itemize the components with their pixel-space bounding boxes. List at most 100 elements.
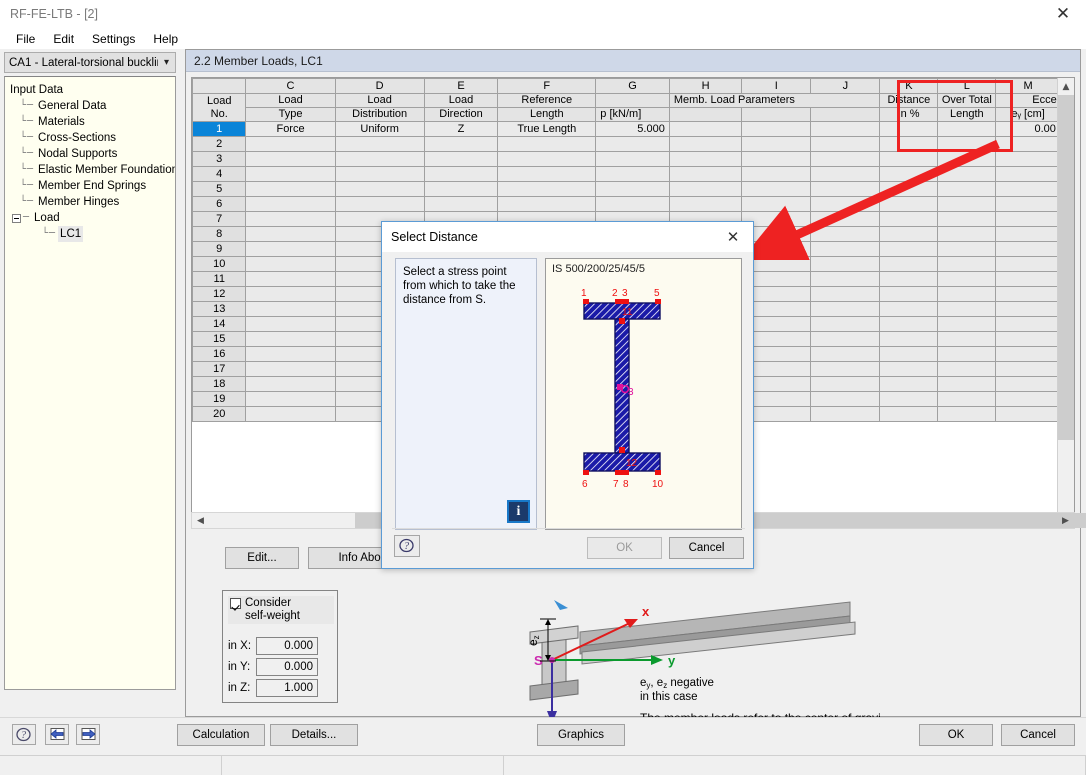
cell-empty[interactable] bbox=[810, 256, 881, 272]
cell-empty[interactable] bbox=[810, 241, 881, 257]
cell-i[interactable] bbox=[741, 121, 812, 137]
col-header-h[interactable]: H bbox=[668, 78, 743, 94]
cell-empty[interactable] bbox=[937, 241, 997, 257]
cell-empty[interactable] bbox=[245, 316, 336, 332]
row-number[interactable]: 13 bbox=[192, 301, 247, 317]
cell-h[interactable] bbox=[668, 121, 743, 137]
cell-empty[interactable] bbox=[595, 181, 670, 197]
cell-empty[interactable] bbox=[245, 166, 336, 182]
cell-empty[interactable] bbox=[937, 361, 997, 377]
cell-empty[interactable] bbox=[995, 256, 1061, 272]
cell-empty[interactable] bbox=[937, 196, 997, 212]
cell-empty[interactable] bbox=[879, 406, 939, 422]
table-row[interactable]: 5 bbox=[192, 181, 1074, 197]
row-number[interactable]: 16 bbox=[192, 346, 247, 362]
close-icon[interactable]: ✕ bbox=[1040, 0, 1086, 28]
cell-empty[interactable] bbox=[810, 286, 881, 302]
cell-empty[interactable] bbox=[810, 136, 881, 152]
cell-empty[interactable] bbox=[937, 271, 997, 287]
cell-empty[interactable] bbox=[245, 226, 336, 242]
row-number[interactable]: 9 bbox=[192, 241, 247, 257]
cell-empty[interactable] bbox=[245, 271, 336, 287]
cell-empty[interactable] bbox=[995, 151, 1061, 167]
row-number[interactable]: 18 bbox=[192, 376, 247, 392]
cell-empty[interactable] bbox=[937, 301, 997, 317]
cell-empty[interactable] bbox=[937, 226, 997, 242]
col-header-l[interactable]: L bbox=[937, 78, 997, 94]
cell-empty[interactable] bbox=[810, 316, 881, 332]
cell-empty[interactable] bbox=[879, 346, 939, 362]
col-header-i[interactable]: I bbox=[741, 78, 812, 94]
help-icon[interactable]: ? bbox=[12, 724, 36, 745]
col-header-j[interactable]: J bbox=[810, 78, 881, 94]
row-number[interactable]: 11 bbox=[192, 271, 247, 287]
cell-empty[interactable] bbox=[995, 376, 1061, 392]
row-number[interactable]: 6 bbox=[192, 196, 247, 212]
table-row[interactable]: 4 bbox=[192, 166, 1074, 182]
tree-node-lc1[interactable]: └─ LC1 bbox=[8, 226, 175, 242]
cell-empty[interactable] bbox=[668, 136, 743, 152]
cell-empty[interactable] bbox=[668, 196, 743, 212]
cell-empty[interactable] bbox=[879, 211, 939, 227]
cell-empty[interactable] bbox=[879, 301, 939, 317]
row-number[interactable]: 4 bbox=[192, 166, 247, 182]
row-number[interactable]: 15 bbox=[192, 331, 247, 347]
cell-empty[interactable] bbox=[937, 346, 997, 362]
cell-empty[interactable] bbox=[937, 211, 997, 227]
cell-empty[interactable] bbox=[245, 376, 336, 392]
cell-load-type[interactable]: Force bbox=[245, 121, 336, 137]
cell-empty[interactable] bbox=[810, 391, 881, 407]
help-icon[interactable]: ? bbox=[394, 535, 420, 557]
cell-empty[interactable] bbox=[595, 196, 670, 212]
cell-empty[interactable] bbox=[937, 256, 997, 272]
cell-empty[interactable] bbox=[810, 211, 881, 227]
row-number[interactable]: 3 bbox=[192, 151, 247, 167]
cell-empty[interactable] bbox=[995, 136, 1061, 152]
cell-empty[interactable] bbox=[741, 166, 812, 182]
cell-empty[interactable] bbox=[423, 196, 499, 212]
cell-empty[interactable] bbox=[245, 286, 336, 302]
cell-empty[interactable] bbox=[995, 211, 1061, 227]
row-number[interactable]: 12 bbox=[192, 286, 247, 302]
tree-node-input-data[interactable]: Input Data bbox=[8, 82, 175, 98]
row-number[interactable]: 1 bbox=[192, 121, 247, 137]
cell-empty[interactable] bbox=[245, 301, 336, 317]
cell-empty[interactable] bbox=[879, 376, 939, 392]
cell-empty[interactable] bbox=[937, 181, 997, 197]
cell-empty[interactable] bbox=[245, 136, 336, 152]
row-number[interactable]: 7 bbox=[192, 211, 247, 227]
cross-section-preview[interactable]: IS 500/200/25/45/5 1 2 3 5 11 6 7 8 10 1… bbox=[545, 258, 742, 530]
cell-empty[interactable] bbox=[995, 166, 1061, 182]
cell-empty[interactable] bbox=[423, 151, 499, 167]
cell-empty[interactable] bbox=[879, 151, 939, 167]
row-number[interactable]: 10 bbox=[192, 256, 247, 272]
cell-empty[interactable] bbox=[937, 331, 997, 347]
cell-empty[interactable] bbox=[497, 181, 597, 197]
cell-empty[interactable] bbox=[879, 256, 939, 272]
table-row[interactable]: 3 bbox=[192, 151, 1074, 167]
cell-empty[interactable] bbox=[741, 181, 812, 197]
cell-empty[interactable] bbox=[879, 331, 939, 347]
checkbox-icon[interactable] bbox=[230, 598, 241, 609]
cell-empty[interactable] bbox=[668, 151, 743, 167]
row-number[interactable]: 2 bbox=[192, 136, 247, 152]
col-header-d[interactable]: D bbox=[334, 78, 425, 94]
table-row[interactable]: 2 bbox=[192, 136, 1074, 152]
cell-empty[interactable] bbox=[497, 136, 597, 152]
cell-empty[interactable] bbox=[334, 151, 425, 167]
tree-node-member-hinges[interactable]: └─ Member Hinges bbox=[8, 194, 175, 210]
cell-empty[interactable] bbox=[423, 166, 499, 182]
cell-empty[interactable] bbox=[937, 166, 997, 182]
calculation-button[interactable]: Calculation bbox=[177, 724, 265, 746]
cell-empty[interactable] bbox=[937, 316, 997, 332]
cell-empty[interactable] bbox=[995, 241, 1061, 257]
cell-empty[interactable] bbox=[937, 286, 997, 302]
col-header-k[interactable]: K bbox=[879, 78, 939, 94]
cell-load-distribution[interactable]: Uniform bbox=[334, 121, 425, 137]
menu-item-help[interactable]: Help bbox=[144, 30, 187, 48]
collapse-expander-icon[interactable] bbox=[12, 213, 21, 223]
cell-empty[interactable] bbox=[879, 271, 939, 287]
dialog-cancel-button[interactable]: Cancel bbox=[669, 537, 744, 559]
cell-empty[interactable] bbox=[497, 166, 597, 182]
select-distance-dialog[interactable]: Select Distance ✕ Select a stress point … bbox=[381, 221, 754, 569]
